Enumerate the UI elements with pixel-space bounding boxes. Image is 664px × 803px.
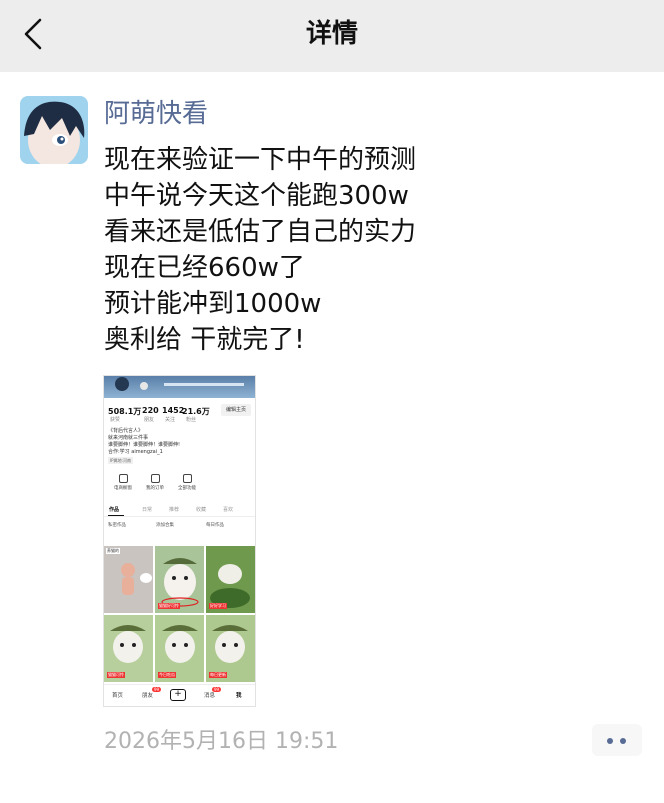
video-thumbnail[interactable]: 今日吃瓜 [155, 615, 204, 682]
avatar[interactable] [20, 96, 88, 164]
orders-item[interactable]: 我的订单 [140, 474, 170, 491]
bio-line: 谁要脚伸！谁要脚伸！谁要脚伸! [108, 442, 181, 448]
filter-chip[interactable]: 每日作品 [206, 522, 224, 528]
bio-line: 合作:学习 aimengzai_1 [108, 449, 163, 455]
moment-post: 阿萌快看 现在来验证一下中午的预测 中午说今天这个能跑300w 看来还是低估了自… [0, 72, 664, 803]
shop-icon [118, 474, 128, 483]
post-line: 现在已经660w了 [104, 253, 305, 283]
post-line: 中午说今天这个能跑300w [104, 181, 409, 211]
nav-me[interactable]: 我 [236, 691, 242, 699]
filter-chip[interactable]: 私密作品 [108, 522, 126, 528]
collection-filters: 私密作品 添加合集 每日作品 [108, 522, 253, 532]
video-thumbnail[interactable]: 猫猫可怜 [104, 615, 153, 682]
nav-friends[interactable]: 朋友 [142, 691, 153, 699]
more-dots-icon [620, 738, 626, 744]
notification-badge: 99 [152, 687, 162, 692]
grid-icon [182, 474, 192, 483]
nav-messages[interactable]: 消息 [204, 691, 215, 699]
post-timestamp: 2026年5月16日 19:51 [104, 729, 339, 754]
all-features-item[interactable]: 全部功能 [172, 474, 202, 491]
tab-favorites[interactable]: 收藏 [196, 506, 206, 513]
publish-plus-icon[interactable]: + [170, 689, 186, 701]
stat-label: 获赞 [110, 417, 121, 423]
video-thumbnail[interactable]: 每日更新 [206, 615, 255, 682]
attached-screenshot[interactable]: 508.1万 获赞 220 朋友 1452 关注 21.6万 粉丝 编辑主页 《… [103, 375, 256, 707]
quick-actions: 电商橱窗 我的订单 全部功能 [108, 474, 208, 494]
post-line: 奥利给 干就完了! [104, 325, 305, 355]
post-line: 现在来验证一下中午的预测 [104, 145, 417, 175]
video-thumbnail[interactable]: 猫猫好可怜 [155, 546, 204, 613]
page-title: 详情 [305, 19, 358, 49]
shop-window-item[interactable]: 电商橱窗 [108, 474, 138, 491]
author-name[interactable]: 阿萌快看 [104, 96, 208, 132]
order-icon [150, 474, 160, 483]
tab-likes[interactable]: 喜欢 [223, 506, 233, 513]
stat-label: 关注 [165, 417, 176, 423]
stat-label: 粉丝 [186, 417, 197, 423]
bottom-nav: 首页 朋友 99 + 消息 99 我 [104, 684, 255, 706]
post-line: 预计能冲到1000w [104, 289, 322, 319]
profile-tabs: 作品 日常 推荐 收藏 喜欢 [104, 504, 255, 517]
profile-bio: 《背后代言人》 就来河南就三件事 谁要脚伸！谁要脚伸！谁要脚伸! 合作:学习 a… [108, 428, 228, 465]
tab-daily[interactable]: 日常 [142, 506, 152, 513]
video-grid: 养猫的 猫猫好可怜 好好学习 猫猫可怜 今日吃瓜 每日更新 [104, 546, 255, 684]
notification-badge: 99 [212, 687, 222, 692]
bio-line: 就来河南就三件事 [108, 435, 149, 441]
stat-value: 1452 [162, 406, 185, 415]
edit-profile-button[interactable]: 编辑主页 [221, 404, 251, 416]
top-bar: 详情 [0, 0, 664, 72]
nav-home[interactable]: 首页 [112, 691, 123, 699]
tab-works[interactable]: 作品 [109, 506, 119, 513]
video-thumbnail[interactable]: 好好学习 [206, 546, 255, 613]
tab-indicator [108, 515, 124, 516]
filter-chip[interactable]: 添加合集 [156, 522, 174, 528]
more-button[interactable] [592, 724, 642, 756]
tab-recommend[interactable]: 推荐 [169, 506, 179, 513]
stat-value: 220 [142, 406, 159, 415]
bio-line: 《背后代言人》 [108, 428, 144, 434]
location-tag: IP属地:河南 [108, 457, 133, 464]
post-text: 现在来验证一下中午的预测 中午说今天这个能跑300w 看来还是低估了自己的实力 … [104, 142, 624, 358]
stat-label: 朋友 [144, 417, 155, 423]
profile-cover [104, 376, 255, 398]
video-thumbnail[interactable]: 养猫的 [104, 546, 153, 613]
more-dots-icon [607, 738, 613, 744]
post-line: 看来还是低估了自己的实力 [104, 217, 417, 247]
